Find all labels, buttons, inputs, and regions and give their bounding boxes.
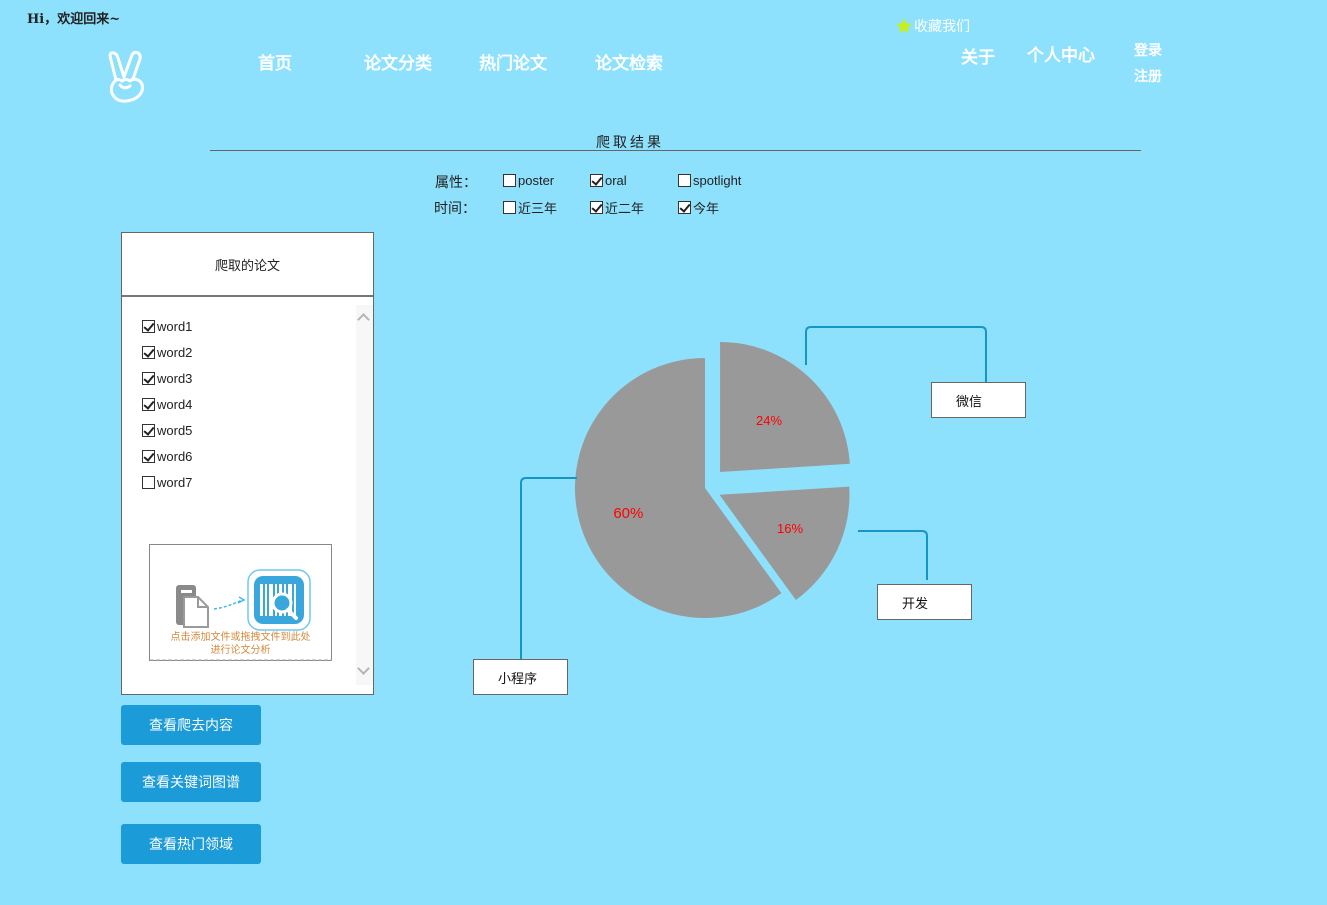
list-item[interactable]: word6 <box>142 443 192 469</box>
upload-hint-line1: 点击添加文件或拖拽文件到此处 <box>170 632 311 643</box>
option-label: 近三年 <box>518 201 558 216</box>
panel-title: 爬取的论文 <box>122 233 373 297</box>
time-option-this-year[interactable]: 今年 <box>678 198 719 217</box>
upload-hint-line2: 进行论文分析 <box>210 645 271 656</box>
nav-profile[interactable]: 个人中心 <box>1027 41 1095 66</box>
attribute-filter-label: 属性： <box>435 175 477 191</box>
word-label: word3 <box>157 370 193 386</box>
leader-line-development <box>858 530 928 580</box>
list-item[interactable]: word7 <box>142 469 192 495</box>
section-title: 爬取结果 <box>596 135 664 151</box>
slice-percent-label: 60% <box>613 505 643 522</box>
checkbox[interactable] <box>503 174 516 187</box>
word-label: word2 <box>157 344 193 360</box>
option-label: poster <box>518 173 555 188</box>
list-item[interactable]: word5 <box>142 417 192 443</box>
option-label: 今年 <box>693 201 720 216</box>
pie-chart: 24% 16% 60% <box>520 326 987 660</box>
nav-paper-search[interactable]: 论文检索 <box>595 49 663 74</box>
star-icon <box>896 18 912 34</box>
word-label: word7 <box>157 474 193 490</box>
section-divider <box>210 150 1141 151</box>
word-label: word1 <box>157 318 193 334</box>
checkbox[interactable] <box>590 174 603 187</box>
attribute-option-oral[interactable]: oral <box>590 173 627 188</box>
view-keyword-graph-button[interactable]: 查看关键词图谱 <box>121 762 261 802</box>
checkbox[interactable] <box>142 397 155 411</box>
upload-hint: 点击添加文件或拖拽文件到此处 进行论文分析 <box>150 631 331 657</box>
leader-line-wechat <box>805 326 987 382</box>
favorite-label: 收藏我们 <box>914 19 970 35</box>
option-label: 近二年 <box>605 201 645 216</box>
checkbox[interactable] <box>678 201 691 214</box>
login-link[interactable]: 登录 <box>1134 40 1162 60</box>
option-label: spotlight <box>693 173 742 188</box>
favorite-link[interactable]: 收藏我们 <box>895 16 970 36</box>
slice-label-development: 开发 <box>877 584 972 620</box>
peace-hand-logo-icon[interactable] <box>106 50 148 104</box>
greeting-text: Hi，欢迎回来~ <box>27 12 121 27</box>
nav-about[interactable]: 关于 <box>961 43 995 68</box>
option-label: oral <box>605 173 627 188</box>
checkbox[interactable] <box>142 319 155 333</box>
time-filter-label: 时间： <box>434 201 476 217</box>
list-item[interactable]: word1 <box>142 313 192 339</box>
scroll-down-icon[interactable] <box>357 662 370 675</box>
view-crawled-content-button[interactable]: 查看爬去内容 <box>121 705 261 745</box>
slice-label-wechat: 微信 <box>931 382 1026 418</box>
checkbox[interactable] <box>142 449 155 463</box>
slice-label-miniprogram: 小程序 <box>473 659 568 695</box>
attribute-option-poster[interactable]: poster <box>503 173 554 188</box>
word-label: word6 <box>157 448 193 464</box>
checkbox[interactable] <box>678 174 691 187</box>
nav-home[interactable]: 首页 <box>258 49 292 74</box>
nav-hot-papers[interactable]: 热门论文 <box>479 49 547 74</box>
checkbox[interactable] <box>142 371 155 385</box>
word-label: word4 <box>157 396 193 412</box>
nav-paper-category[interactable]: 论文分类 <box>364 49 432 74</box>
checkbox[interactable] <box>503 201 516 214</box>
upload-illustration-icon <box>176 569 311 631</box>
list-item[interactable]: word2 <box>142 339 192 365</box>
crawled-papers-panel: 爬取的论文 word1 word2 word3 word4 word5 word… <box>121 232 374 695</box>
leader-line-miniprogram <box>520 477 577 660</box>
time-option-two-years[interactable]: 近二年 <box>590 198 644 217</box>
register-link[interactable]: 注册 <box>1134 66 1162 86</box>
checkbox[interactable] <box>142 423 155 437</box>
slice-percent-label: 16% <box>777 521 803 536</box>
view-hot-fields-button[interactable]: 查看热门领域 <box>121 824 261 864</box>
time-option-three-years[interactable]: 近三年 <box>503 198 557 217</box>
slice-wechat[interactable] <box>720 341 850 472</box>
scroll-up-icon[interactable] <box>357 313 370 326</box>
list-item[interactable]: word3 <box>142 365 192 391</box>
attribute-option-spotlight[interactable]: spotlight <box>678 173 741 188</box>
word-label: word5 <box>157 422 193 438</box>
slice-percent-label: 24% <box>756 413 782 428</box>
checkbox[interactable] <box>142 475 155 489</box>
checkbox[interactable] <box>590 201 603 214</box>
list-scrollbar[interactable] <box>356 305 373 685</box>
file-upload-dropzone[interactable]: 点击添加文件或拖拽文件到此处 进行论文分析 <box>149 544 332 661</box>
list-item[interactable]: word4 <box>142 391 192 417</box>
word-list: word1 word2 word3 word4 word5 word6 word… <box>142 313 192 495</box>
checkbox[interactable] <box>142 345 155 359</box>
